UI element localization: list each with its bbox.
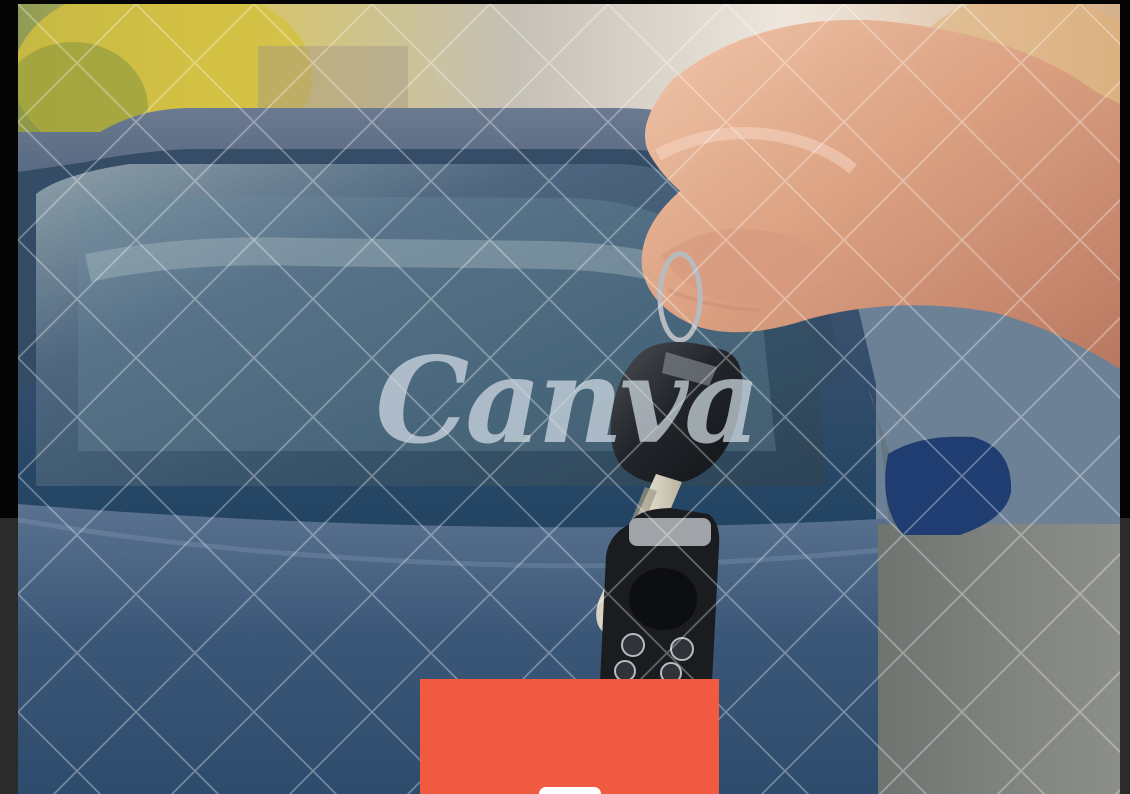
download-panel[interactable] bbox=[420, 679, 719, 794]
download-button[interactable] bbox=[539, 787, 601, 794]
stock-photo: Canva bbox=[18, 4, 1120, 794]
image-viewer: Canva bbox=[0, 0, 1130, 794]
photo-canvas: Canva bbox=[18, 4, 1120, 794]
canva-watermark: Canva bbox=[375, 331, 756, 470]
